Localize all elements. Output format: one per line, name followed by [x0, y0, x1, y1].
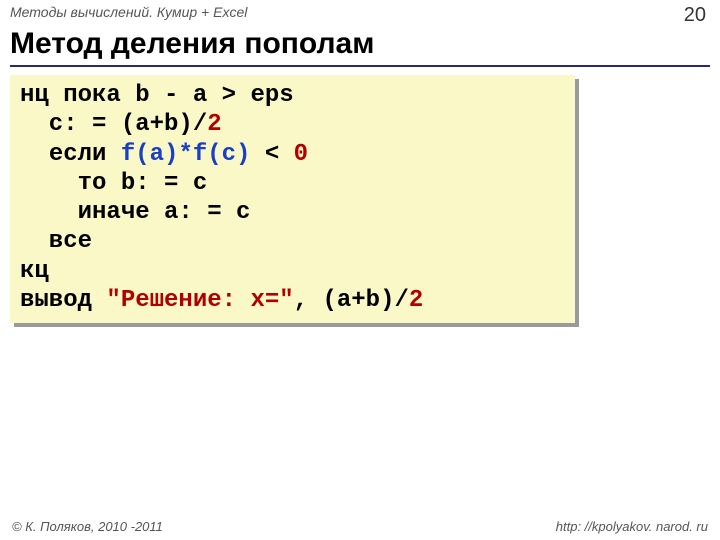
copyright: © К. Поляков, 2010 -2011	[12, 519, 163, 534]
code-text	[20, 141, 49, 168]
code-text: <	[250, 141, 293, 168]
page-number: 20	[684, 4, 706, 27]
code-text: b: = c	[106, 170, 221, 197]
code-kw: кц	[20, 258, 49, 285]
code-num: 0	[294, 141, 308, 168]
code-kw: то	[20, 170, 106, 197]
code-str: "Решение: x="	[106, 287, 293, 314]
code-num: 2	[207, 111, 221, 138]
code-text	[106, 141, 120, 168]
code-fn: f(a)*f(c)	[121, 141, 251, 168]
code-text: c: = (a+b)/	[20, 111, 207, 138]
code-text: , (a+b)/	[294, 287, 409, 314]
code-num: 2	[409, 287, 423, 314]
code-wrap: нц пока b - a > eps c: = (a+b)/2 если f(…	[0, 67, 720, 323]
header-row: Методы вычислений. Кумир + Excel 20	[0, 0, 720, 27]
code-kw: вывод	[20, 287, 92, 314]
footer-url: http: //kpolyakov. narod. ru	[556, 519, 708, 534]
footer: © К. Поляков, 2010 -2011 http: //kpolyak…	[0, 519, 720, 534]
code-box: нц пока b - a > eps c: = (a+b)/2 если f(…	[10, 75, 575, 323]
code-kw: нц пока	[20, 82, 121, 109]
code-text: a: = c	[150, 199, 265, 226]
code-kw: все	[20, 228, 92, 255]
code-text: b - a > eps	[121, 82, 308, 109]
code-kw: если	[49, 141, 107, 168]
code-kw: иначе	[20, 199, 150, 226]
slide: Методы вычислений. Кумир + Excel 20 Мето…	[0, 0, 720, 540]
code-text	[92, 287, 106, 314]
course-title: Методы вычислений. Кумир + Excel	[10, 4, 247, 20]
slide-title: Метод деления пополам	[0, 27, 720, 65]
